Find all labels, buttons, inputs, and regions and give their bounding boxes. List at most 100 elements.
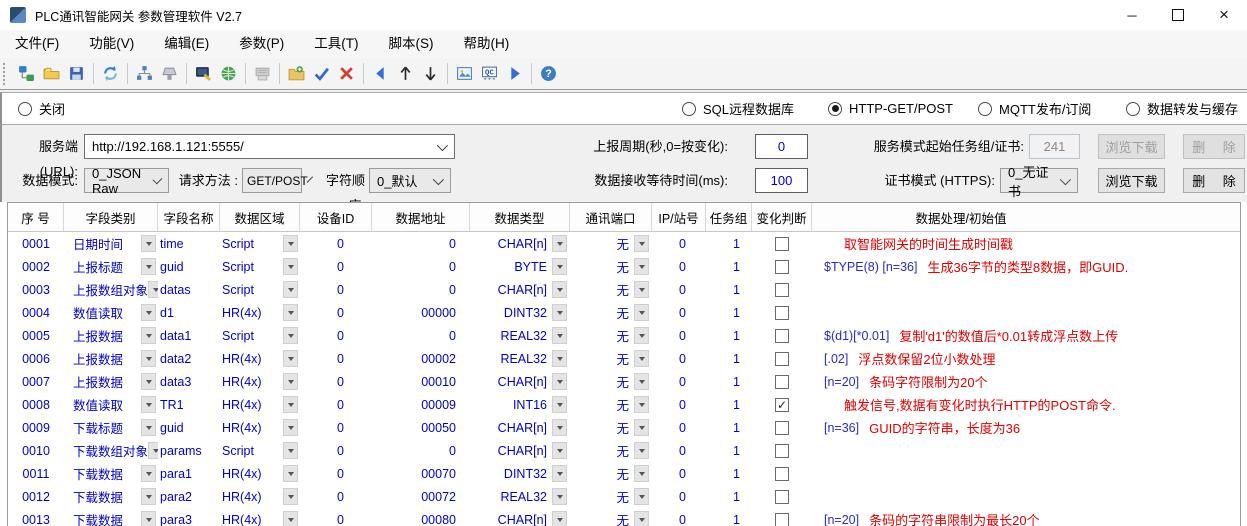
cell-data-type[interactable]: CHAR[n] bbox=[470, 508, 570, 526]
cell-station[interactable]: 0 bbox=[652, 301, 706, 324]
cell-task-group[interactable]: 1 bbox=[706, 393, 752, 416]
cell-seq[interactable]: 0004 bbox=[8, 301, 64, 324]
dropdown-button[interactable] bbox=[634, 396, 649, 413]
cell-process[interactable]: [n=36]GUID的字符串，长度为36 bbox=[812, 416, 1240, 439]
cell-device-id[interactable]: 0 bbox=[300, 393, 372, 416]
refresh-icon[interactable] bbox=[98, 61, 123, 86]
network-download-icon[interactable] bbox=[216, 61, 241, 86]
cell-comm-port[interactable]: 无 bbox=[570, 508, 652, 526]
cell-task-group[interactable]: 1 bbox=[706, 347, 752, 370]
cell-station[interactable]: 0 bbox=[652, 232, 706, 255]
mode-radio-3[interactable]: HTTP-GET/POST bbox=[828, 93, 953, 124]
move-up-icon[interactable] bbox=[393, 61, 418, 86]
change-detect-checkbox[interactable] bbox=[775, 329, 789, 343]
cell-task-group[interactable]: 1 bbox=[706, 439, 752, 462]
dropdown-button[interactable] bbox=[552, 488, 567, 505]
cell-data-area[interactable]: HR(4x) bbox=[220, 462, 300, 485]
cell-data-type[interactable]: CHAR[n] bbox=[470, 439, 570, 462]
close-button[interactable]: × bbox=[1201, 0, 1247, 30]
serial-port-icon[interactable] bbox=[157, 61, 182, 86]
mode-radio-1[interactable]: 关闭 bbox=[18, 93, 65, 124]
dropdown-button[interactable] bbox=[634, 258, 649, 275]
change-detect-checkbox[interactable] bbox=[775, 467, 789, 481]
dropdown-button[interactable] bbox=[634, 281, 649, 298]
dropdown-button[interactable] bbox=[283, 235, 298, 252]
data-mode-combobox[interactable]: 0_JSON Raw bbox=[84, 168, 169, 193]
cell-category[interactable]: 下载数据 bbox=[64, 508, 158, 526]
cell-station[interactable]: 0 bbox=[652, 462, 706, 485]
cell-task-group[interactable]: 1 bbox=[706, 462, 752, 485]
cell-field-name[interactable]: d1 bbox=[158, 301, 220, 324]
cell-field-name[interactable]: time bbox=[158, 232, 220, 255]
cell-field-name[interactable]: data2 bbox=[158, 347, 220, 370]
dropdown-button[interactable] bbox=[283, 396, 298, 413]
dropdown-button[interactable] bbox=[283, 511, 298, 526]
cell-seq[interactable]: 0003 bbox=[8, 278, 64, 301]
minimize-button[interactable]: ─ bbox=[1109, 0, 1155, 30]
cell-device-id[interactable]: 0 bbox=[300, 462, 372, 485]
dropdown-button[interactable] bbox=[634, 327, 649, 344]
dropdown-button[interactable] bbox=[552, 350, 567, 367]
cell-device-id[interactable]: 0 bbox=[300, 232, 372, 255]
radio-icon[interactable] bbox=[18, 102, 32, 116]
chevron-down-icon[interactable] bbox=[1060, 173, 1071, 184]
cell-category[interactable]: 日期时间 bbox=[64, 232, 158, 255]
dropdown-button[interactable] bbox=[634, 350, 649, 367]
change-detect-checkbox[interactable] bbox=[775, 237, 789, 251]
cell-seq[interactable]: 0005 bbox=[8, 324, 64, 347]
mode-radio-2[interactable]: SQL远程数据库 bbox=[682, 93, 794, 124]
cell-device-id[interactable]: 0 bbox=[300, 508, 372, 526]
cell-data-area[interactable]: HR(4x) bbox=[220, 508, 300, 526]
dropdown-button[interactable] bbox=[283, 327, 298, 344]
cell-task-group[interactable]: 1 bbox=[706, 508, 752, 526]
cell-data-area[interactable]: HR(4x) bbox=[220, 347, 300, 370]
chevron-down-icon[interactable] bbox=[433, 173, 444, 184]
cell-device-id[interactable]: 0 bbox=[300, 301, 372, 324]
cell-station[interactable]: 0 bbox=[652, 370, 706, 393]
dropdown-button[interactable] bbox=[552, 419, 567, 436]
menu-item-4[interactable]: 参数(P) bbox=[224, 30, 299, 58]
cell-device-id[interactable]: 0 bbox=[300, 439, 372, 462]
menu-item-1[interactable]: 文件(F) bbox=[0, 30, 74, 58]
cell-comm-port[interactable]: 无 bbox=[570, 232, 652, 255]
cell-data-type[interactable]: REAL32 bbox=[470, 485, 570, 508]
cell-field-name[interactable]: datas bbox=[158, 278, 220, 301]
cell-category[interactable]: 数值读取 bbox=[64, 301, 158, 324]
save-icon[interactable] bbox=[64, 61, 89, 86]
cell-data-address[interactable]: 0 bbox=[372, 255, 470, 278]
radio-icon[interactable] bbox=[978, 102, 992, 116]
dropdown-button[interactable] bbox=[634, 442, 649, 459]
cell-field-name[interactable]: data1 bbox=[158, 324, 220, 347]
device-search-icon[interactable] bbox=[191, 61, 216, 86]
cell-field-name[interactable]: guid bbox=[158, 416, 220, 439]
dropdown-button[interactable] bbox=[634, 465, 649, 482]
browse-download-button-cert2[interactable]: 浏览下载 bbox=[1098, 168, 1165, 193]
dropdown-button[interactable] bbox=[283, 373, 298, 390]
cell-station[interactable]: 0 bbox=[652, 508, 706, 526]
change-detect-checkbox[interactable] bbox=[775, 513, 789, 526]
cell-comm-port[interactable]: 无 bbox=[570, 278, 652, 301]
cell-data-area[interactable]: Script bbox=[220, 439, 300, 462]
cell-category[interactable]: 上报数据 bbox=[64, 324, 158, 347]
cell-seq[interactable]: 0012 bbox=[8, 485, 64, 508]
dropdown-button[interactable] bbox=[283, 442, 298, 459]
menu-item-7[interactable]: 帮助(H) bbox=[449, 30, 525, 58]
cell-data-type[interactable]: BYTE bbox=[470, 255, 570, 278]
run-icon[interactable] bbox=[502, 61, 527, 86]
cell-process[interactable] bbox=[812, 278, 1240, 301]
cell-data-type[interactable]: REAL32 bbox=[470, 324, 570, 347]
radio-icon[interactable] bbox=[1126, 102, 1140, 116]
cancel-icon[interactable] bbox=[334, 61, 359, 86]
print-card-icon[interactable] bbox=[250, 61, 275, 86]
cell-process[interactable]: [n=20]条码字符限制为20个 bbox=[812, 370, 1240, 393]
open-file-icon[interactable] bbox=[39, 61, 64, 86]
cell-data-address[interactable]: 0 bbox=[372, 439, 470, 462]
cell-data-type[interactable]: CHAR[n] bbox=[470, 370, 570, 393]
new-task-icon[interactable] bbox=[284, 61, 309, 86]
report-period-input[interactable]: 0 bbox=[755, 134, 808, 159]
cell-seq[interactable]: 0011 bbox=[8, 462, 64, 485]
cell-process[interactable]: [n=20]条码的字符串限制为最长20个 bbox=[812, 508, 1240, 526]
cell-data-address[interactable]: 00009 bbox=[372, 393, 470, 416]
cell-task-group[interactable]: 1 bbox=[706, 485, 752, 508]
byte-order-combobox[interactable]: 0_默认 bbox=[369, 168, 451, 193]
